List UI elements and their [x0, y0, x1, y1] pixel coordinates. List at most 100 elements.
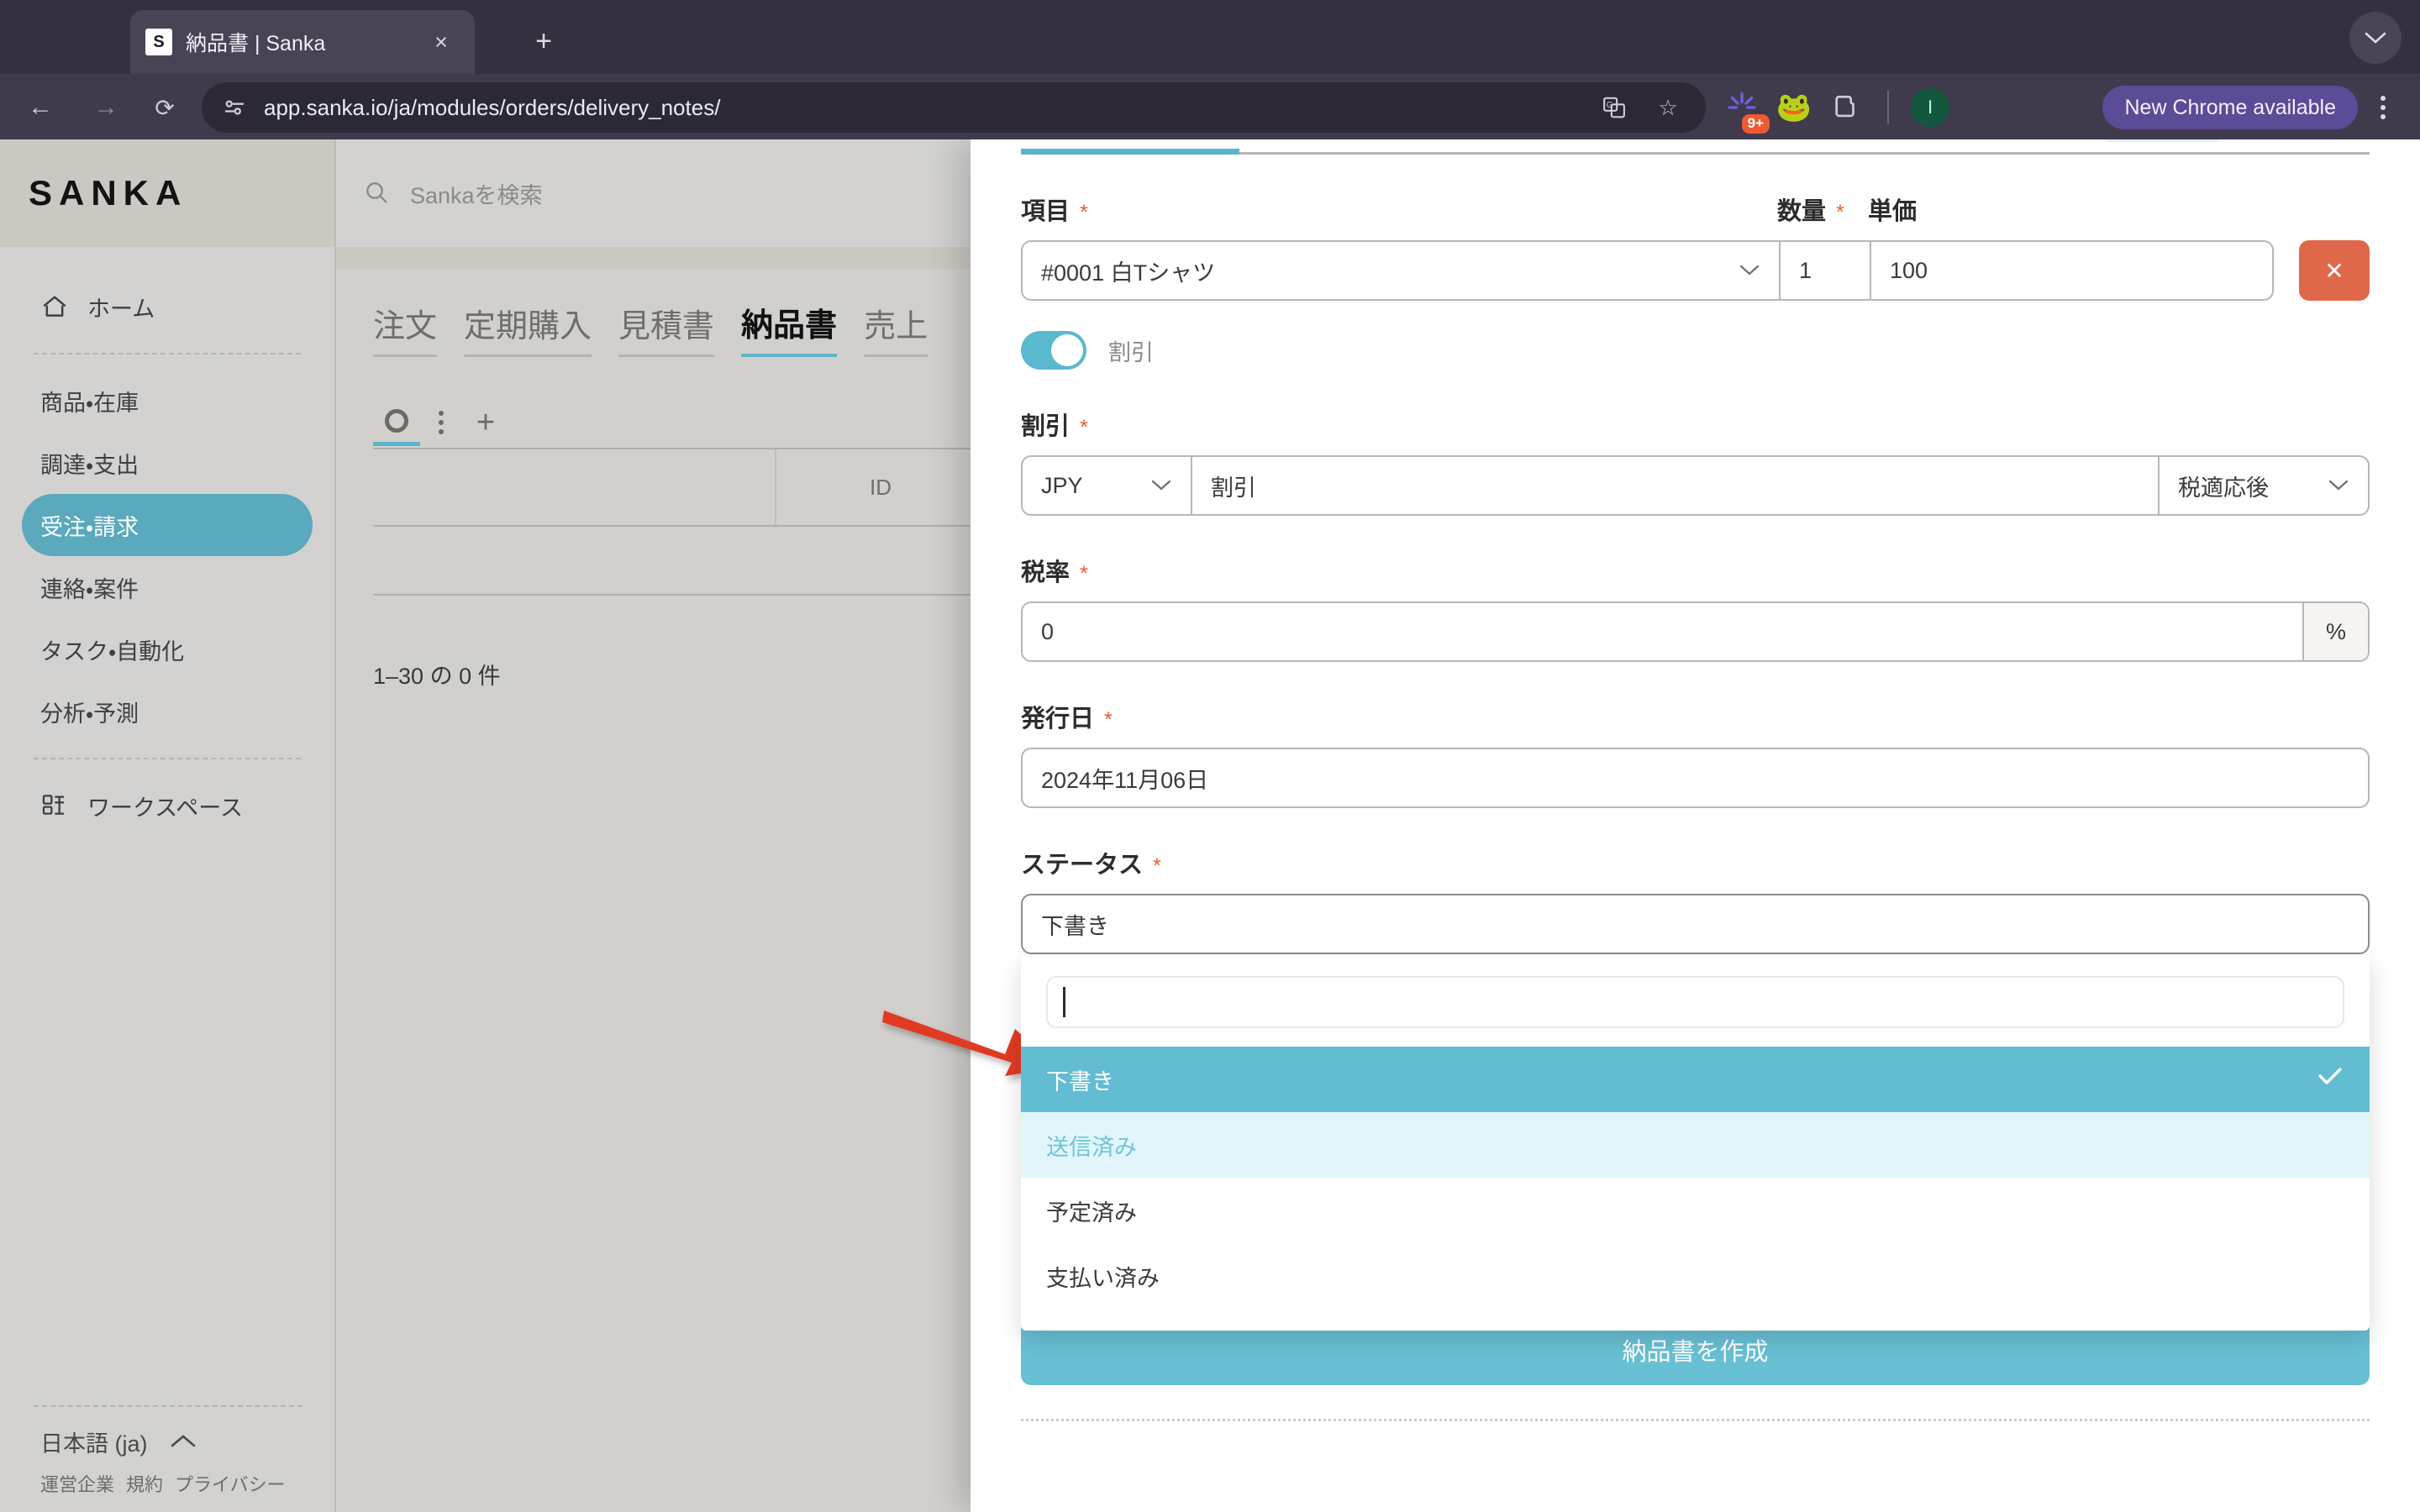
discount-timing-value: 税適応後: [2178, 475, 2269, 501]
legal-link-privacy[interactable]: プライバシー: [175, 1470, 286, 1497]
sidebar-item-procurement[interactable]: 調達・支出: [22, 432, 313, 494]
browser-window: S 納品書 | Sanka × + ← → ⟳ app.sanka.io/ja/…: [0, 0, 2420, 1512]
tab-quotations[interactable]: 見積書: [618, 300, 715, 357]
sidebar-item-workspace[interactable]: ワークスペース: [22, 774, 313, 837]
required-marker: *: [1153, 854, 1161, 878]
unit-price-input[interactable]: 100: [1870, 242, 2272, 299]
brand-text: SANKA: [29, 173, 188, 213]
sidebar-divider: [34, 1405, 302, 1407]
tab-subscriptions[interactable]: 定期購入: [464, 300, 592, 357]
search-input[interactable]: Sankaを検索: [410, 177, 543, 210]
sidebar-item-products[interactable]: 商品・在庫: [22, 370, 313, 432]
search-icon: [363, 179, 392, 207]
discount-amount-input[interactable]: 割引: [1191, 457, 2158, 514]
quantity-input[interactable]: 1: [1779, 242, 1870, 299]
status-option-draft[interactable]: 下書き: [1021, 1047, 2370, 1112]
status-select[interactable]: 下書き: [1021, 894, 2370, 954]
status-option-label: 送信済み: [1046, 1134, 1137, 1160]
sidebar-item-label: 調達・支出: [40, 452, 139, 478]
browser-tabstrip: S 納品書 | Sanka × +: [0, 0, 2420, 74]
language-selector[interactable]: 日本語 (ja): [22, 1425, 314, 1458]
status-option-sent[interactable]: 送信済み: [1021, 1112, 2370, 1178]
add-view-icon[interactable]: +: [462, 399, 509, 446]
tax-rate-label: 税率: [1021, 559, 1071, 586]
tab-sales[interactable]: 売上: [864, 300, 929, 357]
tab-orders[interactable]: 注文: [373, 300, 438, 357]
sidebar-item-label: タスク・自動化: [40, 638, 185, 664]
translate-icon[interactable]: G: [1590, 91, 1639, 124]
frog-extension-icon[interactable]: 🐸: [1775, 88, 1813, 127]
sidebar-item-tasks[interactable]: タスク・自動化: [22, 618, 313, 680]
sidebar-item-analytics[interactable]: 分析・予測: [22, 680, 313, 743]
sidebar-item-home[interactable]: ホーム: [22, 276, 313, 338]
panel-tab-actions: 商品を検索 + サンプル: [2104, 139, 2370, 142]
status-option-scheduled[interactable]: 予定済み: [1021, 1178, 2370, 1243]
legal-link-company[interactable]: 運営企業: [40, 1470, 114, 1497]
status-select-wrap: 下書き 下書き 送信済み 予定済み 支払い済み: [1021, 894, 2370, 1331]
remove-line-item-button[interactable]: ✕: [2299, 240, 2370, 301]
site-settings-icon[interactable]: [220, 93, 249, 122]
reload-icon[interactable]: ⟳: [143, 86, 187, 129]
tab-favicon: S: [145, 29, 172, 55]
chrome-update-button[interactable]: New Chrome available: [2102, 86, 2358, 129]
app-logo[interactable]: SANKA: [0, 139, 334, 247]
omnibox-actions: G ☆: [1585, 91, 1692, 124]
sidebar-item-label: 連絡・案件: [40, 576, 139, 602]
svg-text:G: G: [1607, 101, 1613, 110]
status-option-label: 予定済み: [1046, 1200, 1137, 1226]
more-vertical-icon[interactable]: [429, 399, 454, 446]
chevron-down-icon: [1739, 259, 1760, 282]
tab-close-icon[interactable]: ×: [423, 24, 460, 60]
percent-suffix: %: [2302, 603, 2368, 660]
issue-date-input[interactable]: 2024年11月06日: [1021, 748, 2370, 808]
item-select[interactable]: #0001 白Tシャツ: [1023, 242, 1779, 299]
tab-tax-exempt[interactable]: 非課税: [1507, 139, 1572, 152]
tab-tax-per-note[interactable]: 納品書ごとの税率設定: [1021, 139, 1239, 155]
forward-icon[interactable]: →: [84, 86, 128, 129]
tax-rate-input[interactable]: 0: [1023, 603, 2302, 660]
avatar[interactable]: I: [1911, 88, 1949, 127]
status-option-label: 支払い済み: [1046, 1265, 1160, 1291]
tab-title: 納品書 | Sanka: [186, 32, 326, 55]
legal-links: 運営企業 規約 プライバシー: [22, 1470, 314, 1497]
status-dropdown-search-input[interactable]: [1046, 976, 2344, 1028]
create-delivery-note-panel: 納品書ごとの税率設定 項目ごとの税率設定 非課税 商品を検索 + サンプル 項目…: [971, 139, 2420, 1512]
sidebar-item-label: 商品・在庫: [40, 390, 139, 416]
table-header-cell: [373, 449, 776, 525]
toolbar-divider: [1887, 91, 1889, 124]
tab-tax-per-item[interactable]: 項目ごとの税率設定: [1275, 139, 1471, 152]
kebab-menu-icon[interactable]: [2363, 86, 2403, 129]
extension-notification-icon[interactable]: 9+: [1723, 88, 1770, 134]
bookmark-star-icon[interactable]: ☆: [1644, 91, 1692, 124]
sidebar-divider: [34, 353, 301, 354]
legal-link-terms[interactable]: 規約: [126, 1470, 163, 1497]
quantity-label: 数量: [1777, 198, 1827, 225]
discount-toggle[interactable]: [1021, 331, 1086, 370]
line-item-row: #0001 白Tシャツ 1 100 ✕: [1021, 240, 2370, 301]
chevron-down-icon: [2328, 474, 2349, 497]
sidebar-item-contacts[interactable]: 連絡・案件: [22, 556, 313, 618]
extension-icons: 9+ 🐸 I: [1723, 84, 1949, 134]
address-bar[interactable]: app.sanka.io/ja/modules/orders/delivery_…: [202, 82, 1706, 133]
discount-timing-select[interactable]: 税適応後: [2158, 457, 2368, 514]
text-cursor: [1063, 987, 1065, 1017]
page-viewport: SANKA ホーム 商品・在庫 調達・支出 受注・請求 連絡・案件 タスク・自動…: [0, 139, 2420, 1512]
tab-delivery-notes[interactable]: 納品書: [741, 299, 838, 357]
new-tab-icon[interactable]: +: [521, 18, 566, 64]
address-bar-url: app.sanka.io/ja/modules/orders/delivery_…: [264, 94, 721, 120]
required-marker: *: [1080, 562, 1088, 585]
currency-select[interactable]: JPY: [1023, 457, 1191, 514]
sidebar-item-orders-invoices[interactable]: 受注・請求: [22, 494, 313, 556]
product-search-chip[interactable]: 商品を検索: [2104, 139, 2222, 142]
extensions-puzzle-icon[interactable]: [1827, 88, 1865, 127]
tab-search-chevron-down-icon[interactable]: [2349, 12, 2402, 64]
status-option-label: 下書き: [1046, 1068, 1114, 1095]
sample-chip[interactable]: サンプル: [2273, 139, 2370, 142]
circle-view-icon[interactable]: [373, 399, 420, 446]
app-sidebar: SANKA ホーム 商品・在庫 調達・支出 受注・請求 連絡・案件 タスク・自動…: [0, 139, 336, 1512]
table-header-cell: ID: [776, 449, 986, 525]
status-option-paid[interactable]: 支払い済み: [1021, 1243, 2370, 1309]
sidebar-item-label: ホーム: [87, 296, 155, 322]
back-icon[interactable]: ←: [18, 86, 62, 129]
browser-tab[interactable]: S 納品書 | Sanka ×: [130, 10, 475, 74]
